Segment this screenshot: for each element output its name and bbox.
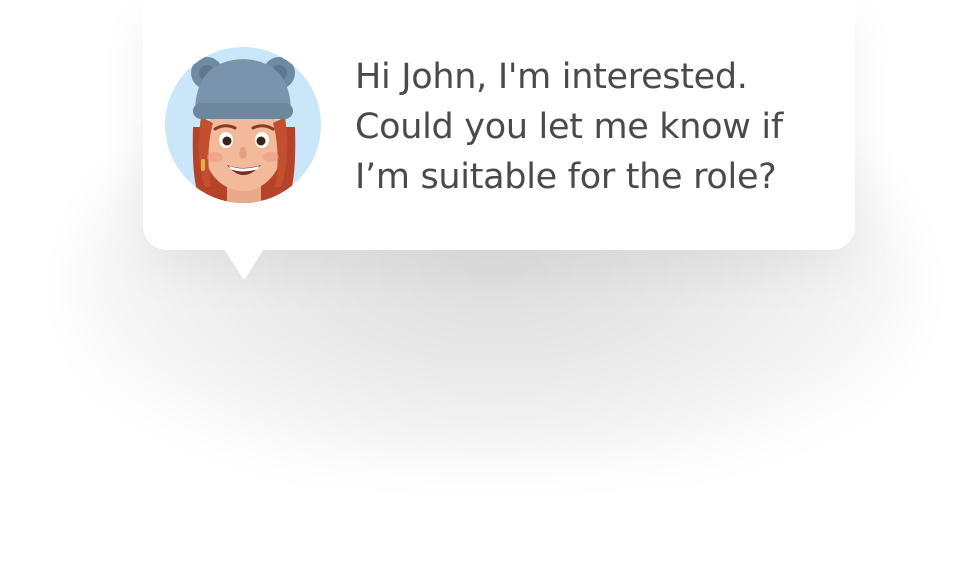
message-line: Could you let me know if [355, 107, 783, 147]
message-text: Hi John, I'm interested. Could you let m… [355, 52, 825, 202]
memoji-avatar-icon [165, 47, 321, 203]
message-line: Hi John, I'm interested. [355, 57, 748, 97]
bubble-tail [222, 246, 266, 280]
message-line: I’m suitable for the role? [355, 157, 777, 197]
chat-bubble-illustration: Hi John, I'm interested. Could you let m… [0, 0, 964, 564]
